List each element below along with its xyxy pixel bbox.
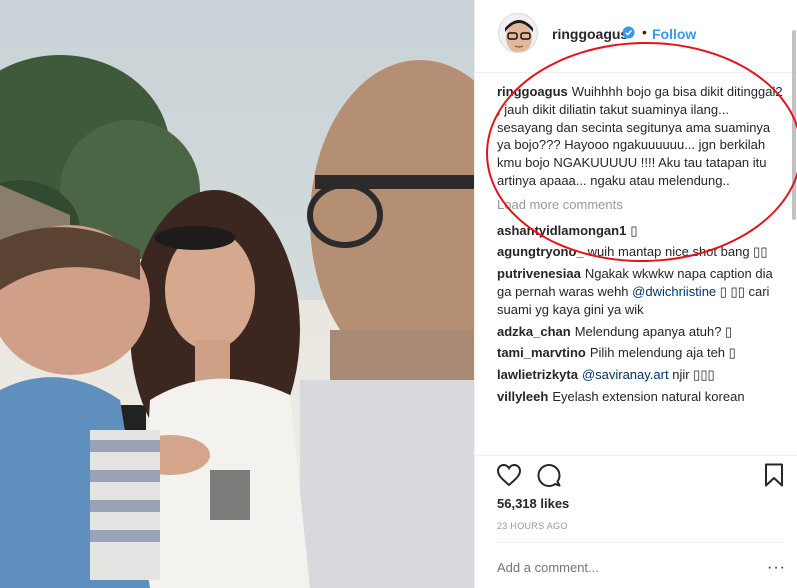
- likes-count[interactable]: 56,318 likes: [497, 496, 569, 511]
- more-options-icon[interactable]: ···: [767, 559, 786, 577]
- comment-item: adzka_chan Melendung apanya atuh? ▯: [497, 323, 785, 341]
- avatar-image: [499, 14, 537, 52]
- comment-item: putrivenesiaa Ngakak wkwkw napa caption d…: [497, 265, 785, 318]
- comment-username[interactable]: tami_marvtino: [497, 345, 586, 360]
- follow-button[interactable]: Follow: [652, 26, 696, 42]
- post-photo[interactable]: [0, 0, 474, 588]
- comments-scrollbar[interactable]: [792, 30, 796, 220]
- comment-text: Pilih melendung aja teh ▯: [589, 345, 736, 361]
- comment-item: lawlietrizkyta @saviranay.art njir ▯▯▯: [497, 366, 785, 384]
- comment-username[interactable]: adzka_chan: [497, 324, 571, 339]
- load-more-comments-button[interactable]: Load more comments: [497, 196, 785, 214]
- comment-divider: [497, 542, 785, 543]
- comment-item: villyleeh Eyelash extension natural korea…: [497, 388, 785, 406]
- avatar[interactable]: [498, 13, 538, 53]
- comment-item: tami_marvtino Pilih melendung aja teh ▯: [497, 344, 785, 362]
- post-header: ringgoagus • Follow: [475, 0, 797, 72]
- add-comment-input[interactable]: [497, 560, 737, 575]
- comment-text: ▯: [630, 222, 638, 238]
- comment-text: wuih mantap nice shot bang ▯▯: [587, 244, 768, 260]
- comment-text-continued: njir ▯▯▯: [672, 367, 715, 383]
- bookmark-icon[interactable]: [761, 462, 787, 488]
- comment-item: ashantyidlamongan1 ▯: [497, 222, 785, 240]
- heart-icon[interactable]: [496, 462, 522, 488]
- post-side-panel: ringgoagus • Follow ringgoagus Wuihhhh bo…: [475, 0, 797, 588]
- separator-dot: •: [642, 24, 647, 40]
- verified-badge-icon: [622, 26, 635, 39]
- comment-username[interactable]: ashantyidlamongan1: [497, 223, 626, 238]
- action-bar: [475, 456, 797, 492]
- post-username[interactable]: ringgoagus: [552, 26, 628, 42]
- caption-username[interactable]: ringgoagus: [497, 84, 568, 99]
- comment-mention[interactable]: @saviranay.art: [582, 367, 669, 382]
- comments-list[interactable]: ringgoagus Wuihhhh bojo ga bisa dikit dit…: [497, 83, 785, 455]
- comment-username[interactable]: villyleeh: [497, 389, 548, 404]
- comment-icon[interactable]: [536, 462, 562, 488]
- comment-username[interactable]: putrivenesiaa: [497, 266, 581, 281]
- post-timestamp[interactable]: 23 HOURS AGO: [497, 521, 568, 531]
- comment-text: Eyelash extension natural korean: [552, 388, 745, 404]
- comment-username[interactable]: agungtryono_: [497, 244, 584, 259]
- comment-text: Melendung apanya atuh? ▯: [574, 323, 733, 339]
- header-divider: [475, 72, 797, 73]
- comment-username[interactable]: lawlietrizkyta: [497, 367, 578, 382]
- comment-mention[interactable]: @dwichriistine: [632, 284, 716, 299]
- comment-item: agungtryono_ wuih mantap nice shot bang ▯…: [497, 243, 785, 261]
- caption: ringgoagus Wuihhhh bojo ga bisa dikit dit…: [497, 83, 785, 190]
- caption-text: Wuihhhh bojo ga bisa dikit ditinggal2 , …: [497, 84, 783, 188]
- photo-image: [0, 0, 474, 588]
